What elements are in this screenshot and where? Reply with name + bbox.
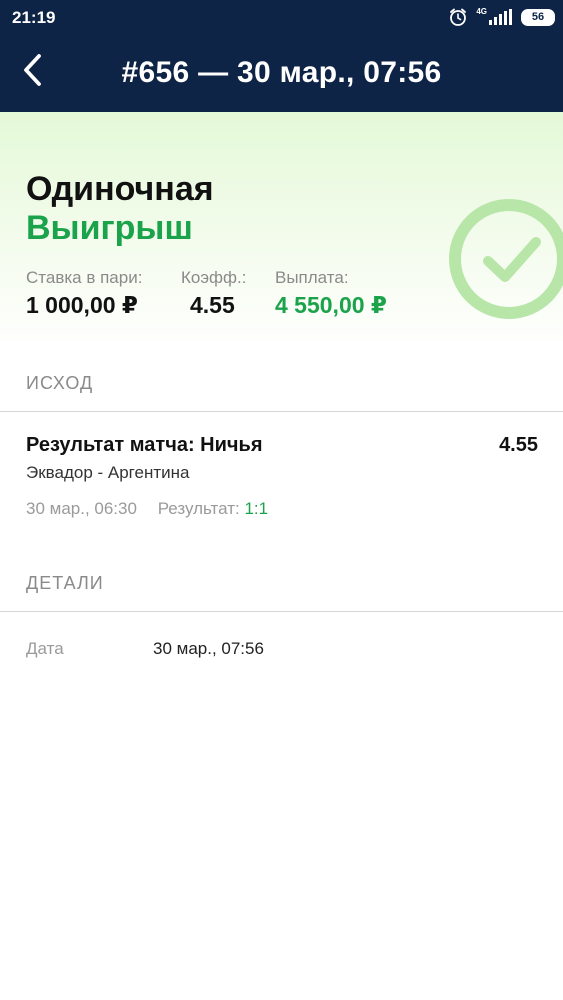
payout-label: Выплата: (275, 268, 349, 287)
outcome-odds: 4.55 (499, 434, 538, 456)
outcome-meta: 30 мар., 06:30 Результат: 1:1 (26, 499, 268, 519)
stake-stat: Ставка в пари: 1 000,00 ₽ (26, 268, 142, 319)
outcome-divider (0, 411, 563, 412)
status-icons: 4G 56 (448, 7, 555, 27)
network-type-label: 4G (476, 6, 487, 16)
status-bar: 21:19 4G 56 (0, 0, 563, 36)
checkmark-circle-icon (448, 198, 563, 320)
outcome-event: Эквадор - Аргентина (26, 463, 190, 482)
odds-value: 4.55 (190, 292, 235, 318)
alarm-icon (448, 7, 468, 27)
stake-value: 1 000,00 ₽ (26, 292, 138, 318)
odds-label: Коэфф.: (181, 268, 247, 287)
app-bar: #656 — 30 мар., 07:56 (0, 36, 563, 112)
page-title: #656 — 30 мар., 07:56 (121, 56, 442, 89)
bet-summary: Одиночная Выигрыш Ставка в пари: 1 000,0… (0, 112, 563, 350)
outcome-date: 30 мар., 06:30 (26, 499, 137, 518)
details-divider (0, 611, 563, 612)
payout-stat: Выплата: 4 550,00 ₽ (275, 268, 387, 319)
odds-stat: Коэфф.: 4.55 (181, 268, 246, 319)
signal-icon (489, 9, 513, 25)
stake-label: Ставка в пари: (26, 268, 143, 287)
bet-status: Выигрыш (26, 209, 193, 247)
bet-type: Одиночная (26, 170, 214, 208)
outcome-title: Результат матча: Ничья (26, 434, 263, 456)
outcome-section-header: ИСХОД (26, 373, 94, 393)
payout-value: 4 550,00 ₽ (275, 292, 387, 318)
battery-icon: 56 (521, 8, 555, 26)
detail-date-label: Дата (26, 639, 64, 658)
result-label: Результат: (157, 499, 240, 518)
status-time: 21:19 (12, 8, 56, 27)
details-section-header: ДЕТАЛИ (26, 573, 104, 593)
result-value: 1:1 (244, 499, 269, 518)
detail-date-value: 30 мар., 07:56 (153, 639, 264, 658)
